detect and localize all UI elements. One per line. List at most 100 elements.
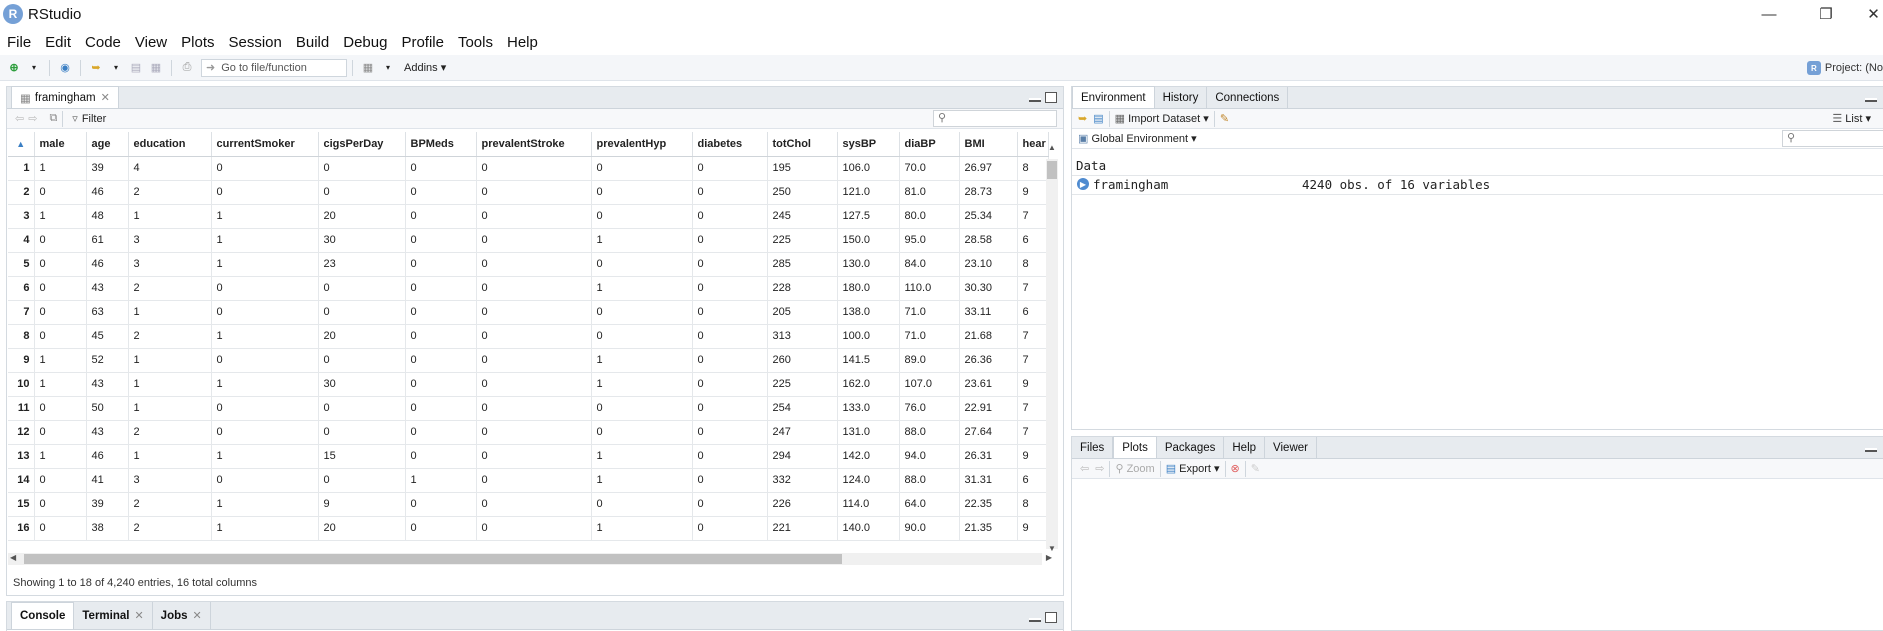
table-cell[interactable]: 2 bbox=[128, 492, 212, 517]
table-cell[interactable]: 1 bbox=[591, 228, 693, 253]
table-cell[interactable]: 0 bbox=[405, 180, 477, 205]
table-cell[interactable]: 48 bbox=[86, 204, 129, 229]
table-cell[interactable]: 0 bbox=[211, 348, 319, 373]
column-header-education[interactable]: education bbox=[128, 132, 212, 157]
table-cell[interactable]: 89.0 bbox=[899, 348, 960, 373]
table-cell[interactable]: 0 bbox=[318, 180, 406, 205]
table-cell[interactable]: 3 bbox=[128, 252, 212, 277]
menu-plots[interactable]: Plots bbox=[174, 34, 221, 51]
table-cell[interactable]: 0 bbox=[318, 396, 406, 421]
dropdown-arrow-icon[interactable]: ▾ bbox=[380, 60, 396, 76]
table-cell[interactable]: 0 bbox=[476, 468, 592, 493]
table-cell[interactable]: 46 bbox=[86, 252, 129, 277]
table-cell[interactable]: 81.0 bbox=[899, 180, 960, 205]
table-cell[interactable]: 25.34 bbox=[959, 204, 1018, 229]
restore-button[interactable]: ❐ bbox=[1812, 2, 1840, 26]
table-cell[interactable]: 0 bbox=[591, 492, 693, 517]
table-cell[interactable]: 0 bbox=[692, 252, 768, 277]
column-header-prevalenthyp[interactable]: prevalentHyp bbox=[591, 132, 693, 157]
table-cell[interactable]: 0 bbox=[318, 348, 406, 373]
project-menu[interactable]: R Project: (No bbox=[1804, 55, 1883, 81]
table-cell[interactable]: 1 bbox=[34, 156, 87, 181]
table-cell[interactable]: 70.0 bbox=[899, 156, 960, 181]
scroll-down-icon[interactable]: ▼ bbox=[1048, 544, 1056, 553]
table-cell[interactable]: 0 bbox=[318, 300, 406, 325]
table-cell[interactable]: 0 bbox=[591, 300, 693, 325]
tab-history[interactable]: History bbox=[1155, 87, 1208, 108]
close-tab-icon[interactable]: ✕ bbox=[134, 609, 143, 622]
table-cell[interactable]: 3 bbox=[128, 228, 212, 253]
table-cell[interactable]: 8 bbox=[1017, 252, 1049, 277]
table-cell[interactable]: 0 bbox=[405, 156, 477, 181]
table-cell[interactable]: 294 bbox=[767, 444, 838, 469]
scroll-right-icon[interactable]: ▶ bbox=[1046, 553, 1052, 562]
table-cell[interactable]: 0 bbox=[476, 252, 592, 277]
new-project-icon[interactable]: ◉ bbox=[57, 60, 73, 76]
table-cell[interactable]: 26.31 bbox=[959, 444, 1018, 469]
table-cell[interactable]: 106.0 bbox=[837, 156, 900, 181]
table-cell[interactable]: 0 bbox=[34, 324, 87, 349]
filter-button[interactable]: Filter bbox=[82, 113, 106, 125]
expand-object-icon[interactable]: ▶ bbox=[1077, 178, 1089, 190]
table-cell[interactable]: 221 bbox=[767, 516, 838, 541]
remove-plot-icon[interactable]: ⊗ bbox=[1231, 462, 1240, 475]
table-cell[interactable]: 313 bbox=[767, 324, 838, 349]
column-header-male[interactable]: male bbox=[34, 132, 87, 157]
table-cell[interactable]: 0 bbox=[591, 252, 693, 277]
scroll-up-icon[interactable]: ▲ bbox=[1046, 143, 1058, 152]
pane-layout-icon[interactable]: ▦ bbox=[360, 60, 376, 76]
table-cell[interactable]: 45 bbox=[86, 324, 129, 349]
table-cell[interactable]: 39 bbox=[86, 492, 129, 517]
table-cell[interactable]: 88.0 bbox=[899, 420, 960, 445]
popout-icon[interactable]: ⧉ bbox=[49, 112, 57, 125]
table-cell[interactable]: 162.0 bbox=[837, 372, 900, 397]
table-cell[interactable]: 0 bbox=[405, 444, 477, 469]
table-cell[interactable]: 100.0 bbox=[837, 324, 900, 349]
table-cell[interactable]: 0 bbox=[405, 276, 477, 301]
column-header-prevalentstroke[interactable]: prevalentStroke bbox=[476, 132, 592, 157]
save-icon[interactable]: ▤ bbox=[128, 60, 144, 76]
table-cell[interactable]: 1 bbox=[211, 252, 319, 277]
table-cell[interactable]: 30 bbox=[318, 372, 406, 397]
tab-plots[interactable]: Plots bbox=[1113, 436, 1157, 458]
table-cell[interactable]: 0 bbox=[211, 300, 319, 325]
tab-environment[interactable]: Environment bbox=[1072, 86, 1155, 108]
table-cell[interactable]: 0 bbox=[34, 276, 87, 301]
table-cell[interactable]: 127.5 bbox=[837, 204, 900, 229]
table-cell[interactable]: 0 bbox=[34, 492, 87, 517]
table-cell[interactable]: 8 bbox=[1017, 492, 1049, 517]
dropdown-arrow-icon[interactable]: ▾ bbox=[108, 60, 124, 76]
column-header-totchol[interactable]: totChol bbox=[767, 132, 838, 157]
back-arrow-icon[interactable]: ⇦ bbox=[1080, 462, 1089, 475]
column-header-diabetes[interactable]: diabetes bbox=[692, 132, 768, 157]
table-cell[interactable]: 0 bbox=[476, 324, 592, 349]
column-header-currentsmoker[interactable]: currentSmoker bbox=[211, 132, 319, 157]
table-cell[interactable]: 0 bbox=[476, 156, 592, 181]
list-view-menu[interactable]: ☰ List ▾ bbox=[1832, 112, 1871, 125]
table-cell[interactable]: 1 bbox=[128, 444, 212, 469]
table-cell[interactable]: 205 bbox=[767, 300, 838, 325]
table-cell[interactable]: 0 bbox=[692, 396, 768, 421]
table-cell[interactable]: 226 bbox=[767, 492, 838, 517]
table-cell[interactable]: 1 bbox=[128, 396, 212, 421]
table-cell[interactable]: 250 bbox=[767, 180, 838, 205]
table-cell[interactable]: 0 bbox=[318, 420, 406, 445]
table-cell[interactable]: 9 bbox=[1017, 372, 1049, 397]
table-cell[interactable]: 0 bbox=[591, 156, 693, 181]
table-cell[interactable]: 150.0 bbox=[837, 228, 900, 253]
table-cell[interactable]: 7 bbox=[1017, 276, 1049, 301]
table-cell[interactable]: 43 bbox=[86, 276, 129, 301]
table-cell[interactable]: 64.0 bbox=[899, 492, 960, 517]
column-header-bpmeds[interactable]: BPMeds bbox=[405, 132, 477, 157]
table-cell[interactable]: 1 bbox=[211, 492, 319, 517]
table-cell[interactable]: 0 bbox=[476, 516, 592, 541]
table-cell[interactable]: 1 bbox=[128, 300, 212, 325]
table-cell[interactable]: 133.0 bbox=[837, 396, 900, 421]
table-cell[interactable]: 1 bbox=[405, 468, 477, 493]
table-cell[interactable]: 0 bbox=[405, 228, 477, 253]
table-cell[interactable]: 225 bbox=[767, 372, 838, 397]
table-cell[interactable]: 245 bbox=[767, 204, 838, 229]
table-cell[interactable]: 140.0 bbox=[837, 516, 900, 541]
table-cell[interactable]: 1 bbox=[34, 444, 87, 469]
menu-file[interactable]: File bbox=[0, 34, 38, 51]
